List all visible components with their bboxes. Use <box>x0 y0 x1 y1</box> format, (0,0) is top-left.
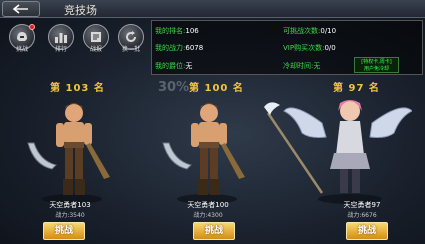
report-icon <box>91 32 101 42</box>
challenges-left: 可挑战次数:0/10 <box>283 27 337 35</box>
menu-label-report: 战报 <box>89 46 102 53</box>
challenge-button-2[interactable]: 挑战 <box>193 222 235 240</box>
competitor-name-1: 天空勇者103 <box>49 201 91 209</box>
challenge-button-1[interactable]: 挑战 <box>43 222 85 240</box>
cooldown: 冷却时间:无 <box>283 62 321 70</box>
loading-percent: 30% <box>158 80 190 95</box>
competitor-rank-3: 第 97 名 <box>333 83 380 94</box>
back-button[interactable] <box>2 1 40 17</box>
menu-label-challenge: 挑战 <box>15 46 28 53</box>
angel-character-3[interactable] <box>262 93 412 205</box>
helmet-icon <box>17 32 27 41</box>
menu-label-ranking: 排行 <box>54 46 67 53</box>
back-arrow-icon <box>12 4 28 14</box>
competitor-power-1: 战力:3540 <box>55 212 85 219</box>
warrior-character-2[interactable] <box>155 95 260 205</box>
notification-badge <box>29 24 35 30</box>
competitor-name-3: 天空勇者97 <box>343 201 381 209</box>
my-title: 我的爵位:无 <box>155 62 193 70</box>
vip-privilege-button[interactable]: [特权卡,周卡] 用户免冷却 <box>354 57 399 73</box>
my-power: 我的战力:6078 <box>155 44 204 52</box>
vip-purchases: VIP购买次数:0/0 <box>283 44 336 52</box>
competitor-rank-1: 第 103 名 <box>50 83 105 94</box>
ranking-icon <box>55 33 67 43</box>
competitor-name-2: 天空勇者100 <box>187 201 229 209</box>
warrior-character-1[interactable] <box>20 95 125 205</box>
menu-label-refresh: 换一批 <box>121 46 140 53</box>
page-title: 竞技场 <box>64 4 97 17</box>
challenge-button-3[interactable]: 挑战 <box>346 222 388 240</box>
top-bar: 竞技场 <box>0 0 425 18</box>
my-rank: 我的排名:106 <box>155 27 199 35</box>
competitor-power-2: 战力:4300 <box>193 212 223 219</box>
competitor-rank-2: 第 100 名 <box>189 83 244 94</box>
refresh-icon <box>126 31 136 42</box>
competitor-power-3: 战力:6676 <box>347 212 377 219</box>
